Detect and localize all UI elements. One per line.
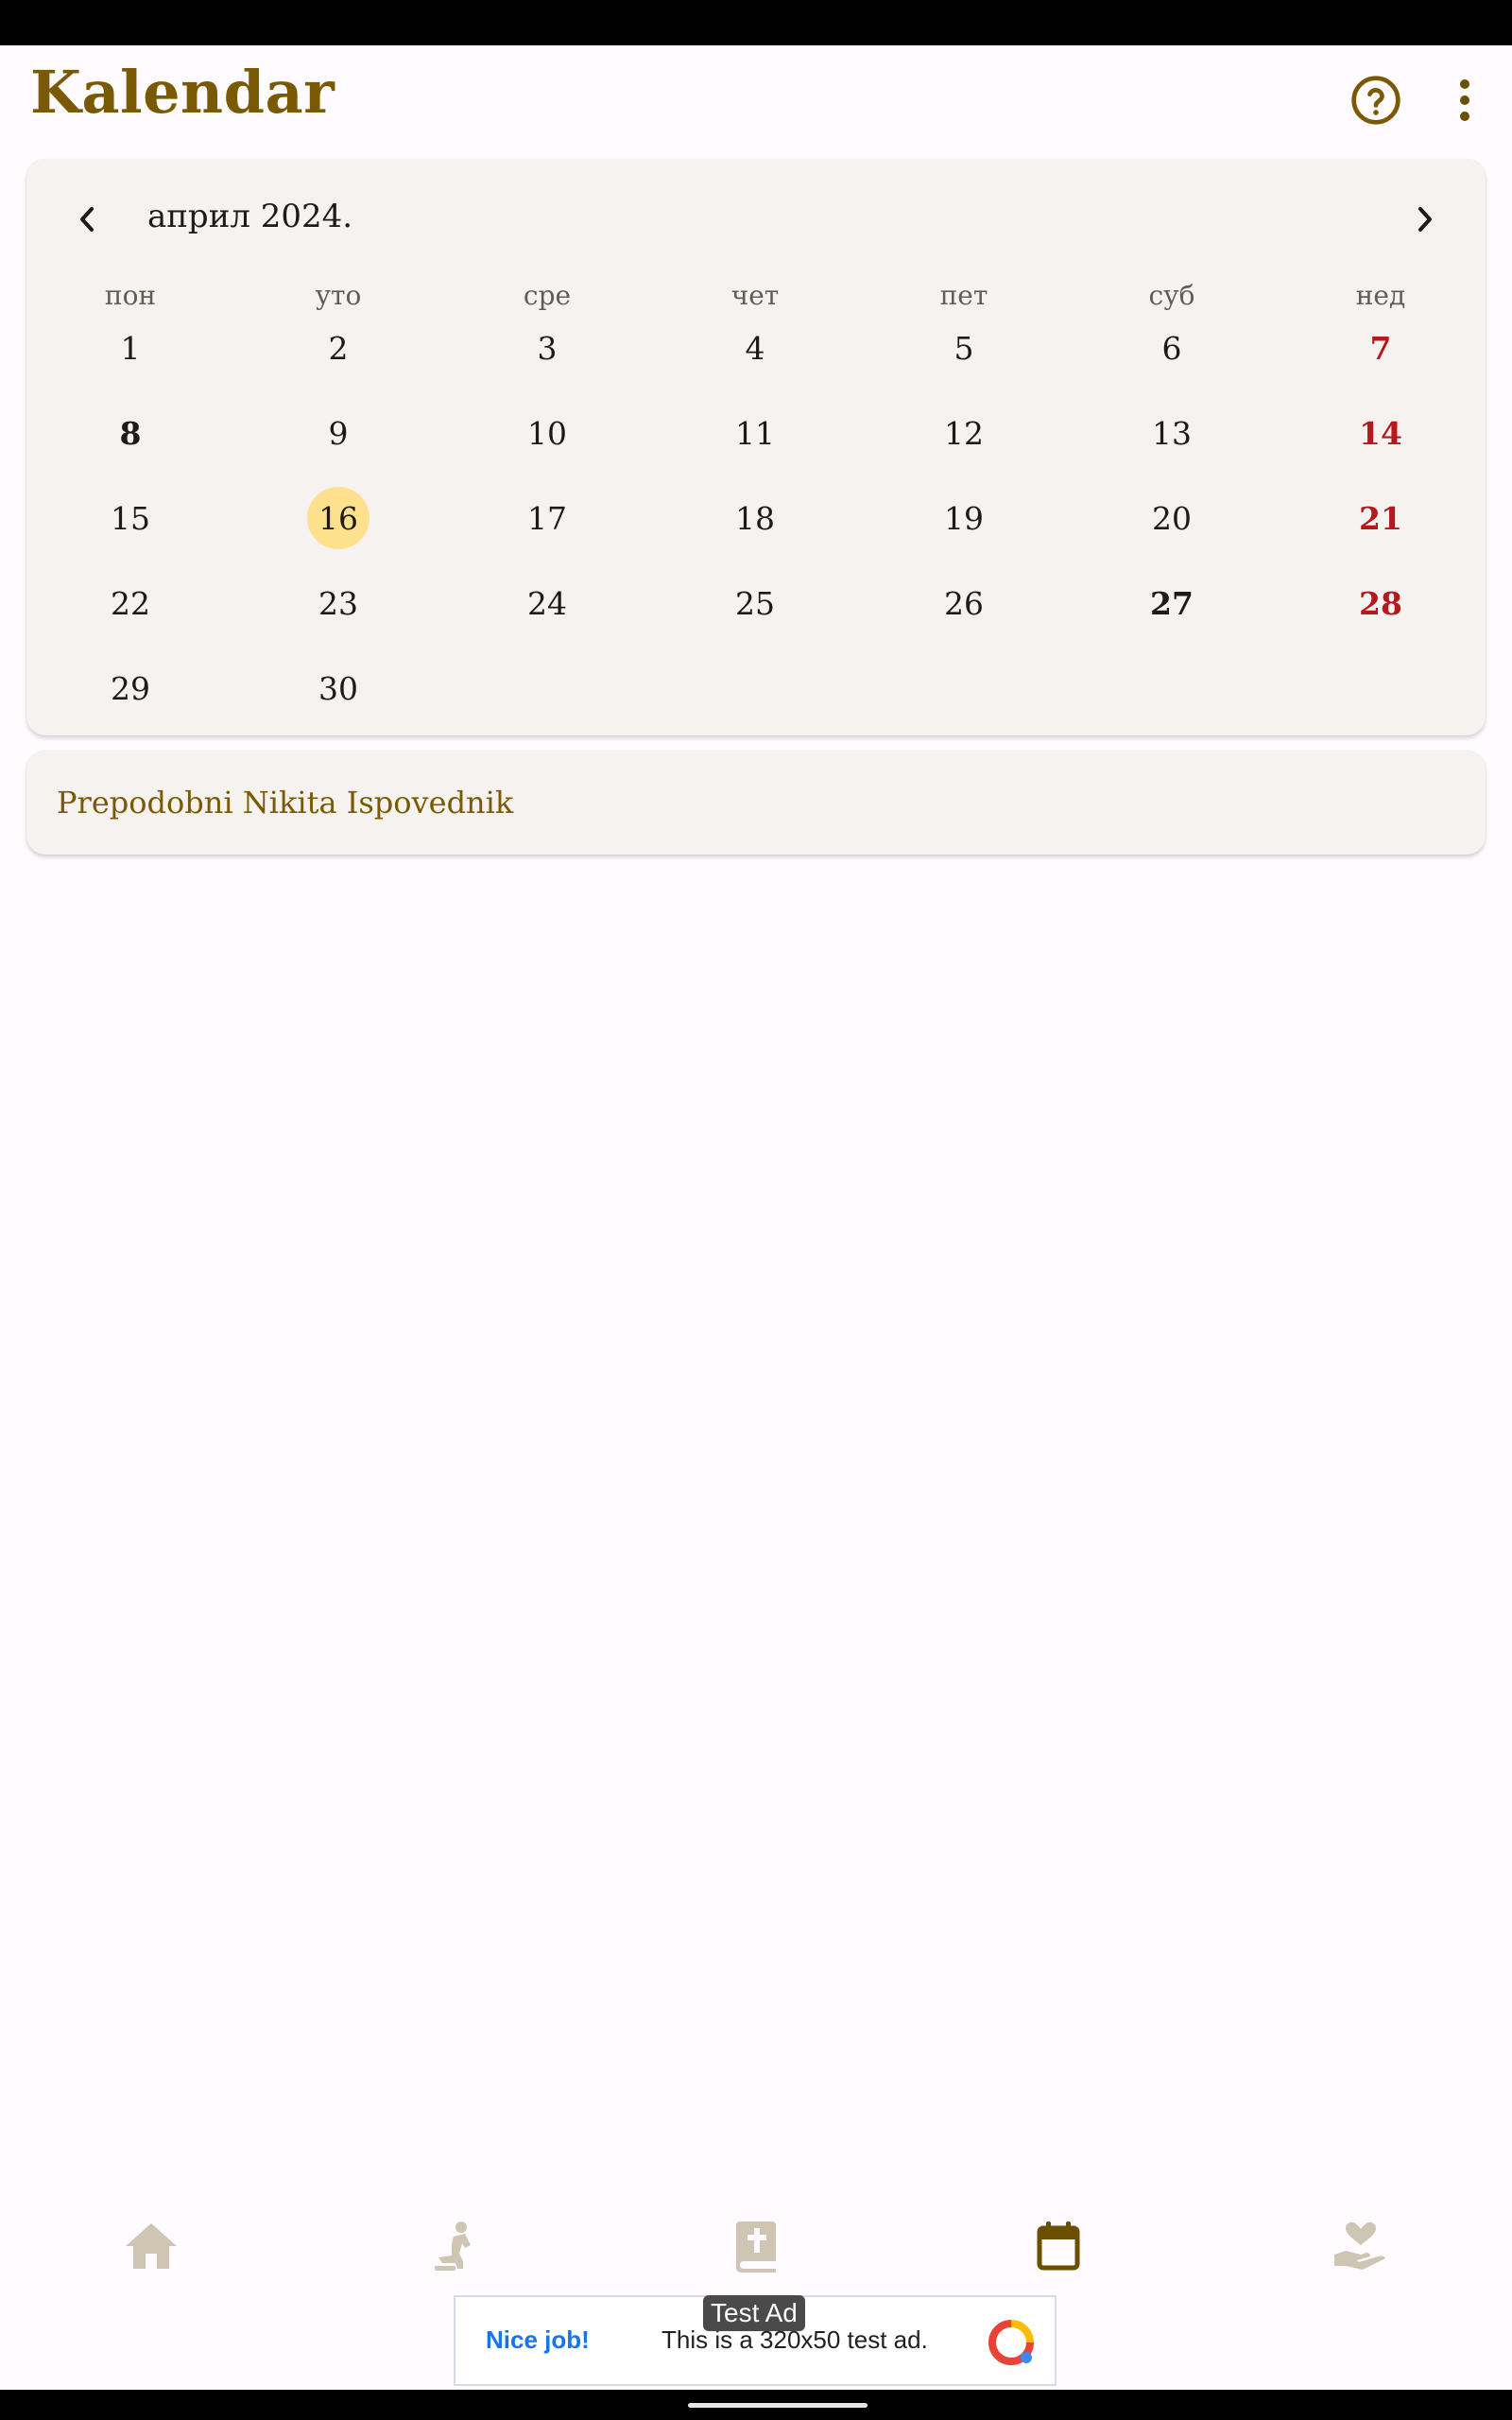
calendar-icon: [1037, 2221, 1080, 2271]
calendar-day[interactable]: 9: [307, 402, 369, 464]
calendar-day[interactable]: 21: [1349, 487, 1412, 549]
bottom-navigation: [0, 2193, 1512, 2307]
previous-month-button[interactable]: [66, 199, 108, 240]
calendar-day[interactable]: 27: [1141, 572, 1203, 634]
next-month-button[interactable]: [1404, 199, 1446, 240]
nav-item-calendar[interactable]: [1021, 2208, 1096, 2284]
praying-person-icon: [435, 2221, 471, 2271]
calendar-day[interactable]: 7: [1349, 317, 1412, 379]
weekday-label: сре: [523, 280, 572, 311]
calendar-day[interactable]: 30: [307, 657, 369, 719]
test-ad-label: Test Ad: [703, 2295, 805, 2331]
chevron-right-icon: [1418, 207, 1432, 232]
weekday-label: уто: [315, 280, 362, 311]
calendar-day[interactable]: 12: [933, 402, 995, 464]
calendar-day[interactable]: 3: [516, 317, 578, 379]
calendar-day[interactable]: 5: [933, 317, 995, 379]
nav-item-prayers[interactable]: [416, 2208, 491, 2284]
charity-hand-heart-icon: [1334, 2221, 1385, 2270]
calendar-day[interactable]: 17: [516, 487, 578, 549]
calendar-day[interactable]: 1: [99, 317, 162, 379]
weekday-label: пон: [104, 280, 157, 311]
nav-item-donate[interactable]: [1323, 2208, 1399, 2284]
calendar-day[interactable]: 18: [724, 487, 786, 549]
calendar-day[interactable]: 26: [933, 572, 995, 634]
home-icon: [126, 2223, 177, 2269]
more-vertical-icon: [1460, 79, 1469, 121]
feast-card[interactable]: Prepodobni Nikita Ispovednik: [26, 751, 1486, 855]
feast-name[interactable]: Prepodobni Nikita Ispovednik: [57, 779, 513, 826]
calendar-day-selected[interactable]: 16: [307, 487, 369, 549]
calendar-day[interactable]: 14: [1349, 402, 1412, 464]
weekday-label: суб: [1148, 280, 1195, 311]
page-title: Kalendar: [30, 58, 335, 127]
calendar-day[interactable]: 8: [99, 402, 162, 464]
nav-item-home[interactable]: [113, 2208, 189, 2284]
ad-network-logo-icon: [988, 2320, 1034, 2365]
more-options-button[interactable]: [1446, 66, 1484, 134]
calendar-day[interactable]: 13: [1141, 402, 1203, 464]
calendar-day[interactable]: 29: [99, 657, 162, 719]
calendar-day[interactable]: 22: [99, 572, 162, 634]
calendar-day[interactable]: 6: [1141, 317, 1203, 379]
calendar-day[interactable]: 19: [933, 487, 995, 549]
calendar-day[interactable]: 23: [307, 572, 369, 634]
weekday-label: нед: [1355, 280, 1406, 311]
calendar-day[interactable]: 15: [99, 487, 162, 549]
calendar-day[interactable]: 28: [1349, 572, 1412, 634]
gesture-handle[interactable]: [688, 2403, 868, 2408]
prayer-book-icon: [736, 2221, 776, 2273]
ad-nice-label: Nice job!: [486, 2325, 590, 2354]
calendar-card: април 2024. пон уто сре чет пет суб нед …: [26, 159, 1486, 735]
help-circle-icon: [1351, 76, 1400, 125]
status-bar: [0, 0, 1512, 45]
weekday-label: пет: [939, 280, 988, 311]
calendar-day[interactable]: 25: [724, 572, 786, 634]
month-label: април 2024.: [147, 198, 353, 235]
calendar-day[interactable]: 24: [516, 572, 578, 634]
calendar-day[interactable]: 20: [1141, 487, 1203, 549]
nav-item-prayer-book[interactable]: [718, 2208, 794, 2284]
calendar-day[interactable]: 2: [307, 317, 369, 379]
calendar-day[interactable]: 4: [724, 317, 786, 379]
calendar-day[interactable]: 10: [516, 402, 578, 464]
help-button[interactable]: [1342, 66, 1410, 134]
chevron-left-icon: [80, 207, 94, 232]
calendar-day[interactable]: 11: [724, 402, 786, 464]
weekday-label: чет: [730, 280, 780, 311]
